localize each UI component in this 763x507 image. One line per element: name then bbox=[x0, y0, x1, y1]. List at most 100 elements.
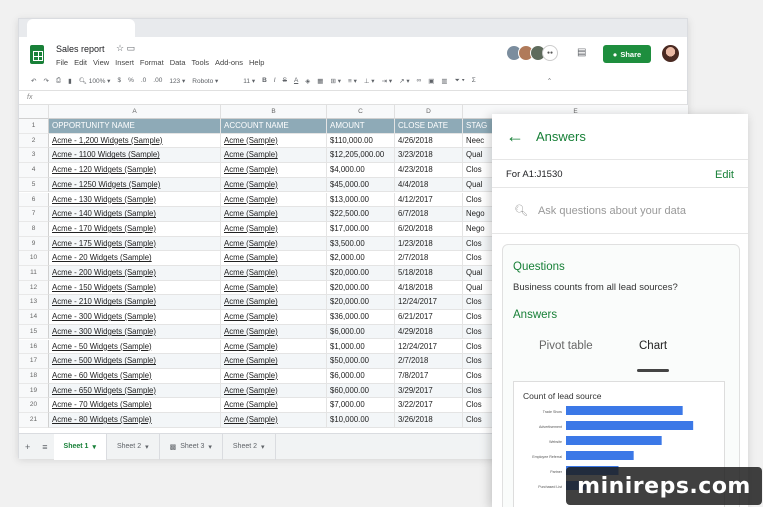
row-number[interactable]: 21 bbox=[19, 413, 49, 428]
table-cell[interactable]: Acme (Sample) bbox=[221, 221, 327, 237]
table-cell[interactable]: 4/18/2018 bbox=[395, 280, 463, 296]
comment-icon[interactable]: ▤ bbox=[577, 47, 586, 58]
share-button[interactable]: ● Share bbox=[603, 45, 651, 63]
all-sheets-icon[interactable]: ≡ bbox=[36, 442, 53, 452]
back-arrow-icon[interactable]: ← bbox=[506, 126, 524, 147]
chart-bar[interactable] bbox=[566, 436, 662, 445]
table-cell[interactable]: Acme (Sample) bbox=[221, 148, 327, 164]
number-format-select[interactable]: 123 ▾ bbox=[169, 77, 185, 85]
decrease-decimal-button[interactable]: .0 bbox=[141, 77, 146, 84]
table-cell[interactable]: 3/26/2018 bbox=[395, 413, 463, 428]
table-cell[interactable]: Acme - 650 Widgets (Sample) bbox=[49, 383, 221, 399]
table-cell[interactable]: $7,000.00 bbox=[327, 398, 395, 413]
table-cell[interactable]: Acme - 300 Widgets (Sample) bbox=[49, 324, 221, 340]
table-cell[interactable]: 6/20/2018 bbox=[395, 221, 463, 237]
table-cell[interactable]: 2/7/2018 bbox=[395, 251, 463, 266]
filter-icon[interactable]: ⏷ ▾ bbox=[455, 77, 465, 85]
table-cell[interactable]: Acme (Sample) bbox=[221, 295, 327, 311]
tab-chart[interactable]: Chart bbox=[639, 340, 667, 352]
row-number[interactable]: 15 bbox=[19, 324, 49, 340]
table-cell[interactable]: 6/21/2017 bbox=[395, 310, 463, 325]
add-sheet-icon[interactable]: + bbox=[19, 442, 36, 452]
table-cell[interactable]: Acme - 70 Widgets (Sample) bbox=[49, 398, 221, 413]
text-color-icon[interactable]: A bbox=[294, 77, 298, 84]
link-icon[interactable]: ∞ bbox=[417, 77, 422, 84]
table-cell[interactable]: 4/23/2018 bbox=[395, 163, 463, 178]
edit-range-link[interactable]: Edit bbox=[715, 169, 734, 181]
zoom-select[interactable]: 🔍︎ 100% ▾ bbox=[79, 77, 111, 85]
row-number[interactable]: 3 bbox=[19, 148, 49, 164]
table-cell[interactable]: Acme - 60 Widgets (Sample) bbox=[49, 368, 221, 384]
row-number[interactable]: 19 bbox=[19, 383, 49, 399]
table-cell[interactable]: Acme - 500 Widgets (Sample) bbox=[49, 354, 221, 369]
table-cell[interactable]: 5/18/2018 bbox=[395, 266, 463, 281]
menu-addons[interactable]: Add-ons bbox=[215, 58, 243, 67]
menu-insert[interactable]: Insert bbox=[115, 58, 134, 67]
table-cell[interactable]: 12/24/2017 bbox=[395, 295, 463, 311]
row-number[interactable]: 14 bbox=[19, 310, 49, 325]
row-number[interactable]: 1 bbox=[19, 119, 49, 134]
row-number[interactable]: 5 bbox=[19, 177, 49, 193]
table-cell[interactable]: Acme (Sample) bbox=[221, 163, 327, 178]
table-cell[interactable]: $6,000.00 bbox=[327, 368, 395, 384]
sheet-tab-3[interactable]: ▩ Sheet 3 ▾ bbox=[160, 433, 223, 460]
row-number[interactable]: 4 bbox=[19, 163, 49, 178]
table-cell[interactable]: Acme - 80 Widgets (Sample) bbox=[49, 413, 221, 428]
table-cell[interactable]: Acme (Sample) bbox=[221, 266, 327, 281]
table-cell[interactable]: $17,000.00 bbox=[327, 221, 395, 237]
table-cell[interactable]: $13,000.00 bbox=[327, 192, 395, 208]
table-cell[interactable]: 3/23/2018 bbox=[395, 148, 463, 164]
insert-comment-icon[interactable]: ▣ bbox=[428, 77, 434, 85]
user-avatar[interactable] bbox=[662, 45, 679, 62]
collapse-toolbar-icon[interactable]: ⌃ bbox=[547, 77, 552, 85]
column-header-a[interactable]: A bbox=[49, 105, 221, 119]
table-cell[interactable]: Acme (Sample) bbox=[221, 192, 327, 208]
fill-color-icon[interactable]: ◈ bbox=[305, 77, 310, 85]
valign-icon[interactable]: ⊥ ▾ bbox=[364, 77, 375, 85]
row-number[interactable]: 8 bbox=[19, 221, 49, 237]
insert-chart-icon[interactable]: ▥ bbox=[441, 77, 447, 85]
table-cell[interactable]: Acme - 200 Widgets (Sample) bbox=[49, 266, 221, 281]
table-cell[interactable]: Acme - 300 Widgets (Sample) bbox=[49, 310, 221, 325]
row-number[interactable]: 13 bbox=[19, 295, 49, 311]
sheets-logo-icon[interactable] bbox=[30, 45, 44, 64]
menu-help[interactable]: Help bbox=[249, 58, 264, 67]
table-cell[interactable]: $3,500.00 bbox=[327, 236, 395, 252]
row-number[interactable]: 12 bbox=[19, 280, 49, 296]
functions-icon[interactable]: Σ bbox=[472, 77, 476, 84]
increase-decimal-button[interactable]: .00 bbox=[153, 77, 162, 84]
table-cell[interactable]: $50,000.00 bbox=[327, 354, 395, 369]
sheet-tab-2[interactable]: Sheet 2 ▾ bbox=[107, 433, 160, 460]
menu-edit[interactable]: Edit bbox=[74, 58, 87, 67]
table-cell[interactable]: Acme (Sample) bbox=[221, 398, 327, 413]
table-cell[interactable]: 6/7/2018 bbox=[395, 207, 463, 222]
row-number[interactable]: 11 bbox=[19, 266, 49, 281]
row-number[interactable]: 9 bbox=[19, 236, 49, 252]
column-header-d[interactable]: D bbox=[395, 105, 463, 119]
undo-icon[interactable]: ↶ bbox=[31, 77, 36, 85]
table-cell[interactable]: 7/8/2017 bbox=[395, 368, 463, 384]
table-cell[interactable]: 4/26/2018 bbox=[395, 133, 463, 149]
rotate-icon[interactable]: ↗ ▾ bbox=[399, 77, 410, 85]
table-cell[interactable]: Acme - 150 Widgets (Sample) bbox=[49, 280, 221, 296]
table-cell[interactable]: 3/29/2017 bbox=[395, 383, 463, 399]
table-cell[interactable]: Acme (Sample) bbox=[221, 339, 327, 355]
table-cell[interactable]: 4/12/2017 bbox=[395, 192, 463, 208]
row-number[interactable]: 17 bbox=[19, 354, 49, 369]
table-cell[interactable]: Acme (Sample) bbox=[221, 368, 327, 384]
table-cell[interactable]: Acme - 210 Widgets (Sample) bbox=[49, 295, 221, 311]
merge-icon[interactable]: ⊞ ▾ bbox=[330, 77, 341, 85]
table-cell[interactable]: $36,000.00 bbox=[327, 310, 395, 325]
italic-icon[interactable]: I bbox=[274, 77, 276, 84]
table-cell[interactable]: $12,205,000.00 bbox=[327, 148, 395, 164]
more-collaborators-icon[interactable]: ●● bbox=[542, 45, 558, 61]
table-cell[interactable]: Acme (Sample) bbox=[221, 133, 327, 149]
table-cell[interactable]: $60,000.00 bbox=[327, 383, 395, 399]
table-cell[interactable]: 2/7/2018 bbox=[395, 354, 463, 369]
table-cell[interactable]: 12/24/2017 bbox=[395, 339, 463, 355]
table-cell[interactable]: $2,000.00 bbox=[327, 251, 395, 266]
row-number[interactable]: 16 bbox=[19, 339, 49, 355]
table-cell[interactable]: Acme (Sample) bbox=[221, 310, 327, 325]
chart-bar[interactable] bbox=[566, 406, 683, 415]
print-icon[interactable]: ⎙ bbox=[56, 77, 61, 85]
